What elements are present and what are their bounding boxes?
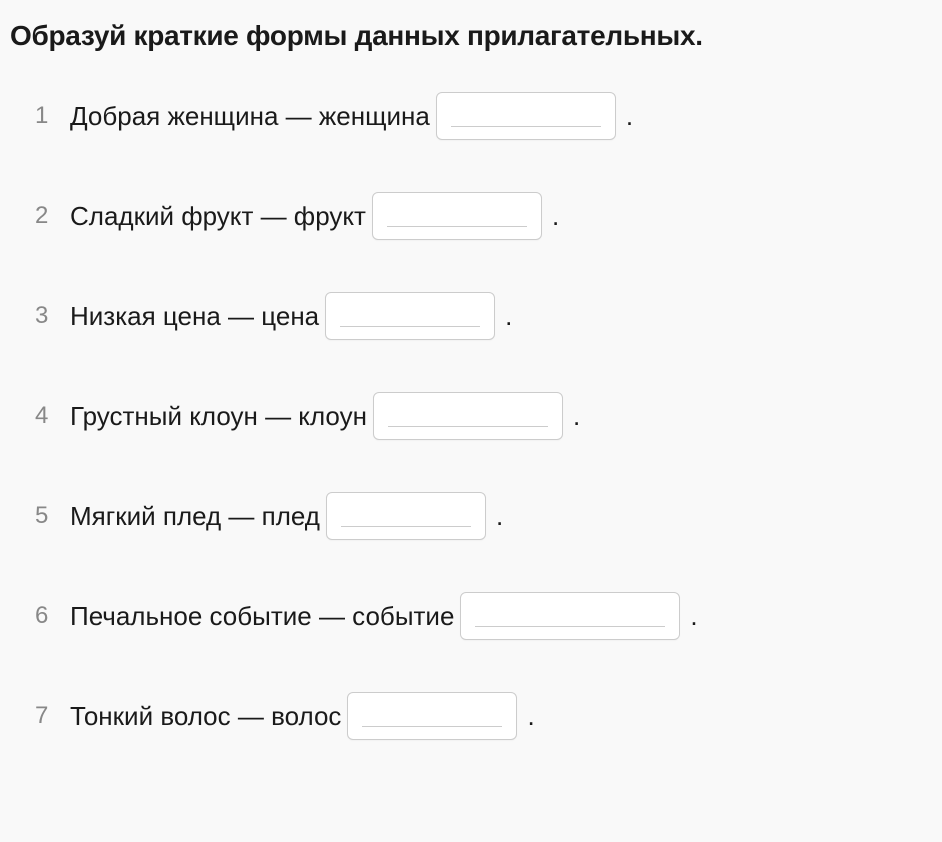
exercise-item: 4 Грустный клоун — клоун . [35, 392, 932, 440]
exercise-item: 6 Печальное событие — событие . [35, 592, 932, 640]
answer-input[interactable] [326, 492, 486, 540]
item-phrase: Добрая женщина — женщина [70, 101, 430, 132]
item-phrase: Грустный клоун — клоун [70, 401, 367, 432]
item-period: . [505, 301, 512, 332]
item-phrase: Печальное событие — событие [70, 601, 454, 632]
item-number: 7 [35, 702, 70, 730]
item-number: 3 [35, 302, 70, 330]
item-period: . [626, 101, 633, 132]
answer-input[interactable] [347, 692, 517, 740]
item-period: . [496, 501, 503, 532]
answer-input[interactable] [372, 192, 542, 240]
answer-input[interactable] [460, 592, 680, 640]
item-number: 4 [35, 402, 70, 430]
item-phrase: Мягкий плед — плед [70, 501, 320, 532]
exercise-item: 7 Тонкий волос — волос . [35, 692, 932, 740]
exercise-item: 3 Низкая цена — цена . [35, 292, 932, 340]
answer-input[interactable] [373, 392, 563, 440]
exercise-items: 1 Добрая женщина — женщина . 2 Сладкий ф… [10, 92, 932, 740]
item-phrase: Тонкий волос — волос [70, 701, 341, 732]
exercise-item: 2 Сладкий фрукт — фрукт . [35, 192, 932, 240]
exercise-title: Образуй краткие формы данных прилагатель… [10, 20, 932, 52]
exercise-item: 5 Мягкий плед — плед . [35, 492, 932, 540]
item-number: 1 [35, 102, 70, 130]
item-number: 2 [35, 202, 70, 230]
item-phrase: Сладкий фрукт — фрукт [70, 201, 366, 232]
item-period: . [573, 401, 580, 432]
item-number: 5 [35, 502, 70, 530]
item-period: . [690, 601, 697, 632]
answer-input[interactable] [436, 92, 616, 140]
exercise-container: Образуй краткие формы данных прилагатель… [0, 20, 942, 740]
answer-input[interactable] [325, 292, 495, 340]
item-phrase: Низкая цена — цена [70, 301, 319, 332]
item-period: . [552, 201, 559, 232]
item-period: . [527, 701, 534, 732]
item-number: 6 [35, 602, 70, 630]
exercise-item: 1 Добрая женщина — женщина . [35, 92, 932, 140]
